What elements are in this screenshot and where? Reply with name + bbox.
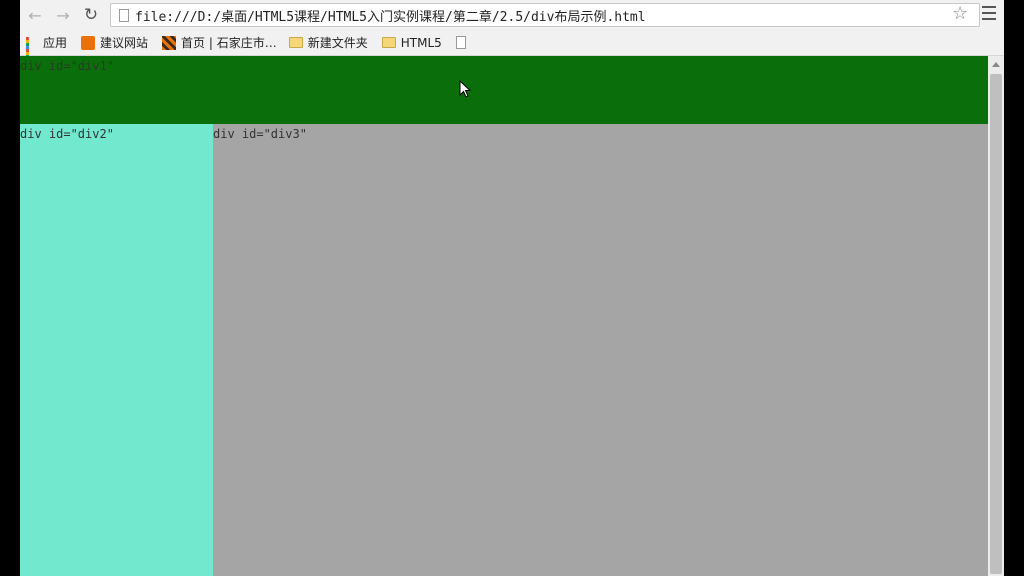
bookmark-suggested-sites[interactable]: 建议网站 [81, 34, 148, 51]
scroll-up-arrow-icon[interactable] [992, 62, 1000, 67]
div2-label: div id="div2" [20, 127, 114, 141]
bookmark-label: 首页 | 石家庄市… [181, 36, 277, 50]
bookmark-label: 建议网站 [100, 36, 149, 50]
folder-icon [381, 37, 396, 48]
bookmark-homepage[interactable]: 首页 | 石家庄市… [162, 34, 277, 51]
page-icon [119, 8, 129, 22]
address-bar[interactable]: file:///D:/桌面/HTML5课程/HTML5入门实例课程/第二章/2.… [110, 3, 980, 27]
div3-label: div id="div3" [213, 127, 307, 141]
bookmark-label: 应用 [43, 36, 68, 50]
bookmark-label: 新建文件夹 [307, 36, 368, 50]
browser-window: ← → ↻ file:///D:/桌面/HTML5课程/HTML5入门实例课程/… [20, 0, 1004, 576]
div1-header-block: div id="div1" [20, 56, 988, 124]
reload-icon[interactable]: ↻ [80, 4, 102, 26]
bookmark-apps[interactable]: 应用 [26, 34, 68, 64]
folder-icon [288, 37, 303, 48]
div1-label: div id="div1" [20, 59, 114, 73]
apps-grid-icon [26, 36, 38, 64]
mouse-cursor-icon [459, 80, 472, 98]
page-icon [455, 36, 466, 49]
bookmarks-bar: 应用 建议网站 首页 | 石家庄市… 新建文件夹 HTML5 [20, 30, 1004, 64]
bookmark-new-folder[interactable]: 新建文件夹 [288, 34, 368, 51]
page-viewport: div id="div1" div id="div2" div id="div3… [20, 56, 988, 576]
vertical-scrollbar[interactable] [988, 56, 1004, 576]
address-url[interactable]: file:///D:/桌面/HTML5课程/HTML5入门实例课程/第二章/2.… [135, 6, 646, 25]
forward-arrow-icon[interactable]: → [52, 4, 74, 26]
back-arrow-icon[interactable]: ← [24, 4, 46, 26]
scrollbar-thumb[interactable] [990, 74, 1002, 574]
div2-sidebar-block: div id="div2" [20, 124, 213, 576]
site-icon [81, 35, 96, 50]
div3-content-block: div id="div3" [213, 124, 988, 576]
bookmark-label: HTML5 [400, 35, 442, 50]
bookmark-page[interactable] [455, 36, 471, 49]
hamburger-menu-icon[interactable] [982, 6, 996, 20]
browser-toolbar: ← → ↻ file:///D:/桌面/HTML5课程/HTML5入门实例课程/… [20, 0, 1004, 30]
star-icon[interactable]: ☆ [952, 3, 968, 24]
bookmark-html5-folder[interactable]: HTML5 [381, 35, 442, 50]
site-stripe-icon [162, 35, 177, 50]
